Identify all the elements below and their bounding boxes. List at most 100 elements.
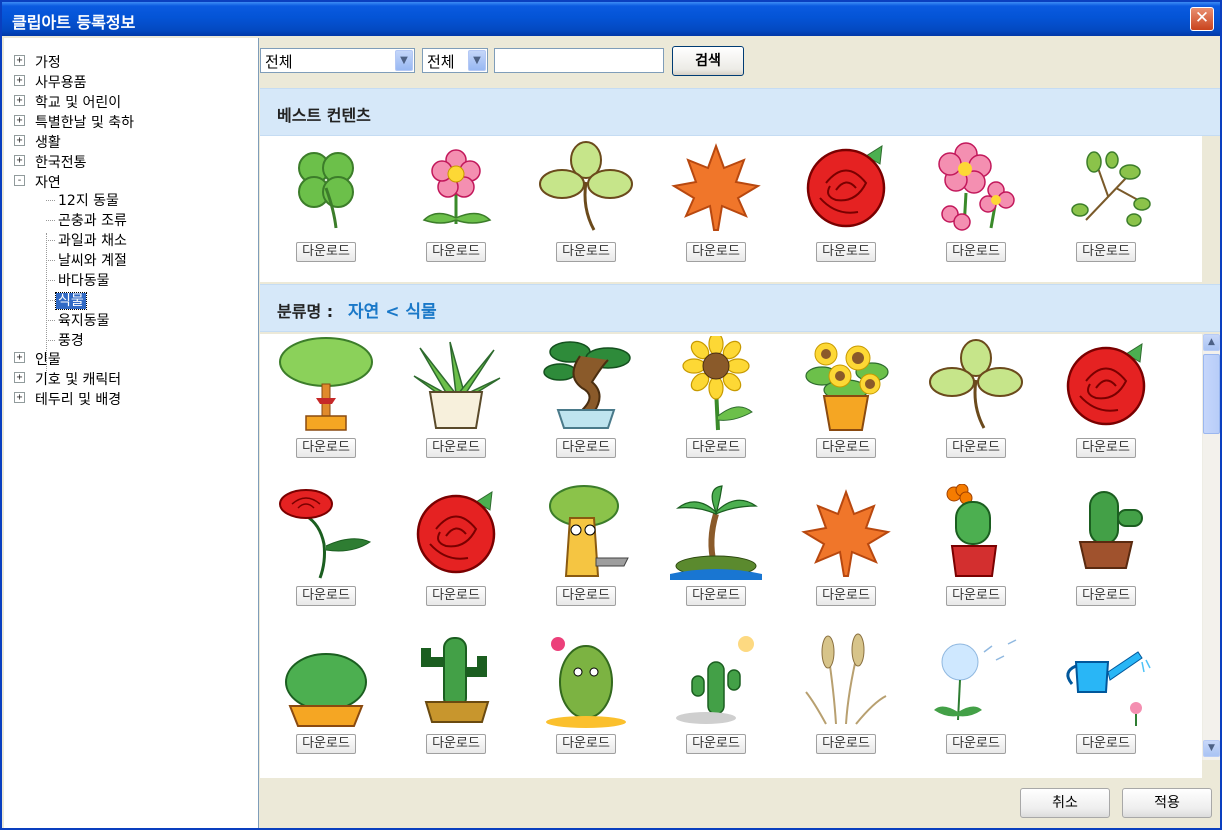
tree-child-item[interactable]: 풍경 [56,330,86,350]
expand-icon[interactable]: + [14,155,25,166]
download-button[interactable]: 다운로드 [946,242,1006,262]
expand-icon[interactable]: + [14,392,25,403]
download-button[interactable]: 다운로드 [556,734,616,754]
clipart-item[interactable]: 다운로드 [521,336,651,476]
filter-select-2[interactable]: 전체 ▼ [422,48,488,73]
expand-icon[interactable]: + [14,75,25,86]
palm-island-icon[interactable] [666,484,766,580]
tree-node-label[interactable]: 기호 및 캐릭터 [35,369,121,389]
expand-icon[interactable]: + [14,55,25,66]
download-button[interactable]: 다운로드 [686,242,746,262]
tree-node-label[interactable]: 인물 [35,349,61,369]
tree-child-item[interactable]: 바다동물 [56,270,112,290]
tree-child-label[interactable]: 식물 [55,292,87,310]
tree-node-label[interactable]: 특별한날 및 축하 [35,112,134,132]
apply-button[interactable]: 적용 [1122,788,1212,818]
clipart-item[interactable]: 다운로드 [1041,632,1171,772]
cactus-face-icon[interactable] [536,632,636,728]
close-button[interactable]: ✕ [1190,7,1214,31]
download-button[interactable]: 다운로드 [296,438,356,458]
download-button[interactable]: 다운로드 [946,586,1006,606]
download-button[interactable]: 다운로드 [296,242,356,262]
tree-child-label[interactable]: 풍경 [56,333,86,349]
expand-icon[interactable]: + [14,115,25,126]
cancel-button[interactable]: 취소 [1020,788,1110,818]
potted-cactus-icon[interactable] [1056,484,1156,580]
scroll-up-icon[interactable]: ▲ [1203,334,1220,351]
download-button[interactable]: 다운로드 [556,586,616,606]
download-button[interactable]: 다운로드 [426,734,486,754]
tree-node-label[interactable]: 가정 [35,52,61,72]
potted-tree-icon[interactable] [276,336,376,432]
tree-child-item[interactable]: 육지동물 [56,310,112,330]
tree-child-label[interactable]: 과일과 채소 [56,233,129,249]
tree-node-label[interactable]: 사무용품 [35,72,87,92]
potted-cactus-flower-icon[interactable] [926,484,1026,580]
download-button[interactable]: 다운로드 [296,586,356,606]
clipart-item[interactable]: 다운로드 [521,138,651,278]
clipart-item[interactable]: 다운로드 [911,336,1041,476]
bonsai-icon[interactable] [536,336,636,432]
clipart-item[interactable]: 다운로드 [781,138,911,278]
tree-child-item[interactable]: 날씨와 계절 [56,250,129,270]
snake-plant-icon[interactable] [406,336,506,432]
download-button[interactable]: 다운로드 [556,438,616,458]
four-leaf-clover-icon[interactable] [276,138,376,234]
search-input[interactable] [494,48,664,73]
download-button[interactable]: 다운로드 [1076,242,1136,262]
clipart-item[interactable]: 다운로드 [261,138,391,278]
dandelion-icon[interactable] [926,632,1026,728]
tree-character-icon[interactable] [536,484,636,580]
sunflower-icon[interactable] [666,336,766,432]
download-button[interactable]: 다운로드 [686,734,746,754]
rose-stem-icon[interactable] [276,484,376,580]
clover-icon[interactable] [926,336,1026,432]
clipart-item[interactable]: 다운로드 [261,336,391,476]
tree-child-label[interactable]: 바다동물 [56,273,112,289]
tree-node-label[interactable]: 생활 [35,132,61,152]
clipart-item[interactable]: 다운로드 [781,484,911,624]
download-button[interactable]: 다운로드 [686,586,746,606]
small-cactus-icon[interactable] [666,632,766,728]
potted-sunflowers-icon[interactable] [796,336,896,432]
red-rose-icon[interactable] [1056,336,1156,432]
tall-cactus-icon[interactable] [406,632,506,728]
maple-leaf-icon[interactable] [796,484,896,580]
pink-flower-icon[interactable] [406,138,506,234]
clipart-item[interactable]: 다운로드 [391,336,521,476]
tree-node-label[interactable]: 학교 및 어린이 [35,92,121,112]
download-button[interactable]: 다운로드 [426,586,486,606]
clipart-item[interactable]: 다운로드 [911,138,1041,278]
download-button[interactable]: 다운로드 [426,242,486,262]
download-button[interactable]: 다운로드 [816,734,876,754]
tree-child-label[interactable]: 12지 동물 [56,193,121,209]
tree-child-item[interactable]: 곤충과 조류 [56,210,129,230]
tree-child-item[interactable]: 과일과 채소 [56,230,129,250]
clipart-item[interactable]: 다운로드 [911,484,1041,624]
red-rose-icon[interactable] [406,484,506,580]
clipart-item[interactable]: 다운로드 [651,336,781,476]
tree-node-label[interactable]: 테두리 및 배경 [35,389,121,409]
clipart-item[interactable]: 다운로드 [521,632,651,772]
expand-icon[interactable]: + [14,352,25,363]
download-button[interactable]: 다운로드 [296,734,356,754]
tree-node-label[interactable]: 한국전통 [35,152,87,172]
download-button[interactable]: 다운로드 [946,438,1006,458]
clipart-item[interactable]: 다운로드 [781,632,911,772]
filter-select-1[interactable]: 전체 ▼ [260,48,415,73]
clipart-item[interactable]: 다운로드 [651,632,781,772]
download-button[interactable]: 다운로드 [816,242,876,262]
maple-leaf-icon[interactable] [666,138,766,234]
watering-can-icon[interactable] [1056,632,1156,728]
wheat-icon[interactable] [796,632,896,728]
pink-flowers-icon[interactable] [926,138,1026,234]
download-button[interactable]: 다운로드 [1076,734,1136,754]
clipart-item[interactable]: 다운로드 [391,138,521,278]
clover-icon[interactable] [536,138,636,234]
clipart-item[interactable]: 다운로드 [1041,336,1171,476]
clipart-item[interactable]: 다운로드 [781,336,911,476]
clipart-item[interactable]: 다운로드 [521,484,651,624]
download-button[interactable]: 다운로드 [1076,586,1136,606]
scroll-down-icon[interactable]: ▼ [1203,740,1220,757]
round-cactus-icon[interactable] [276,632,376,728]
